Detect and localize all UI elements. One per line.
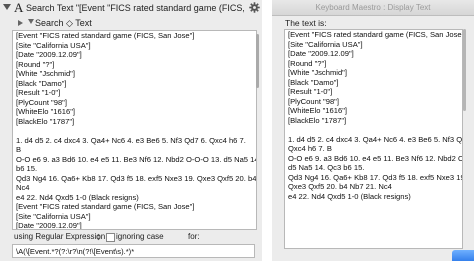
search-text-action-panel: A Search Text "[Event "FICS rated standa… xyxy=(0,0,262,261)
vertical-scrollbar[interactable] xyxy=(255,30,259,226)
chevron-down-icon[interactable] xyxy=(28,19,34,24)
options-row: using Regular Expression ignoring case f… xyxy=(0,231,262,243)
display-text-field[interactable]: [Event "FICS rated standard game (FICS, … xyxy=(284,29,463,249)
search-source-popup[interactable]: Search ◇ Text xyxy=(35,16,92,30)
disclosure-triangle-icon[interactable] xyxy=(18,20,23,26)
regex-input[interactable]: \A(\[Event.*?(?:\r?\n(?!\[Event\s).*)* xyxy=(12,244,255,258)
action-title: Search Text "[Event "FICS rated standard… xyxy=(26,3,244,13)
search-text-content: [Event "FICS rated standard game (FICS, … xyxy=(16,31,257,230)
display-text-content: [Event "FICS rated standard game (FICS, … xyxy=(288,30,463,201)
window-title-bar[interactable]: Keyboard Maestro : Display Text xyxy=(272,0,474,16)
search-source-row: Search ◇ Text xyxy=(0,16,262,30)
chevron-down-icon[interactable] xyxy=(3,4,11,10)
ignoring-case-label[interactable]: ignoring case xyxy=(116,231,164,243)
scrollbar-thumb[interactable] xyxy=(256,34,259,88)
window-title: Keyboard Maestro : Display Text xyxy=(315,3,431,12)
search-text-field[interactable]: [Event "FICS rated standard game (FICS, … xyxy=(12,30,257,230)
ignoring-case-checkbox[interactable] xyxy=(106,233,115,242)
vertical-scrollbar[interactable] xyxy=(462,29,467,247)
text-action-icon: A xyxy=(14,0,24,15)
for-label: for: xyxy=(188,232,200,241)
popup-arrows-icon[interactable] xyxy=(95,233,102,241)
action-title-bar: A Search Text "[Event "FICS rated standa… xyxy=(0,0,262,16)
scrollbar-thumb[interactable] xyxy=(463,29,466,111)
text-is-label: The text is: xyxy=(285,18,327,28)
ok-button[interactable] xyxy=(452,250,474,261)
gear-icon[interactable] xyxy=(249,2,260,13)
display-text-window: Keyboard Maestro : Display Text The text… xyxy=(272,0,474,261)
match-type-popup[interactable]: using Regular Expression xyxy=(14,231,105,243)
